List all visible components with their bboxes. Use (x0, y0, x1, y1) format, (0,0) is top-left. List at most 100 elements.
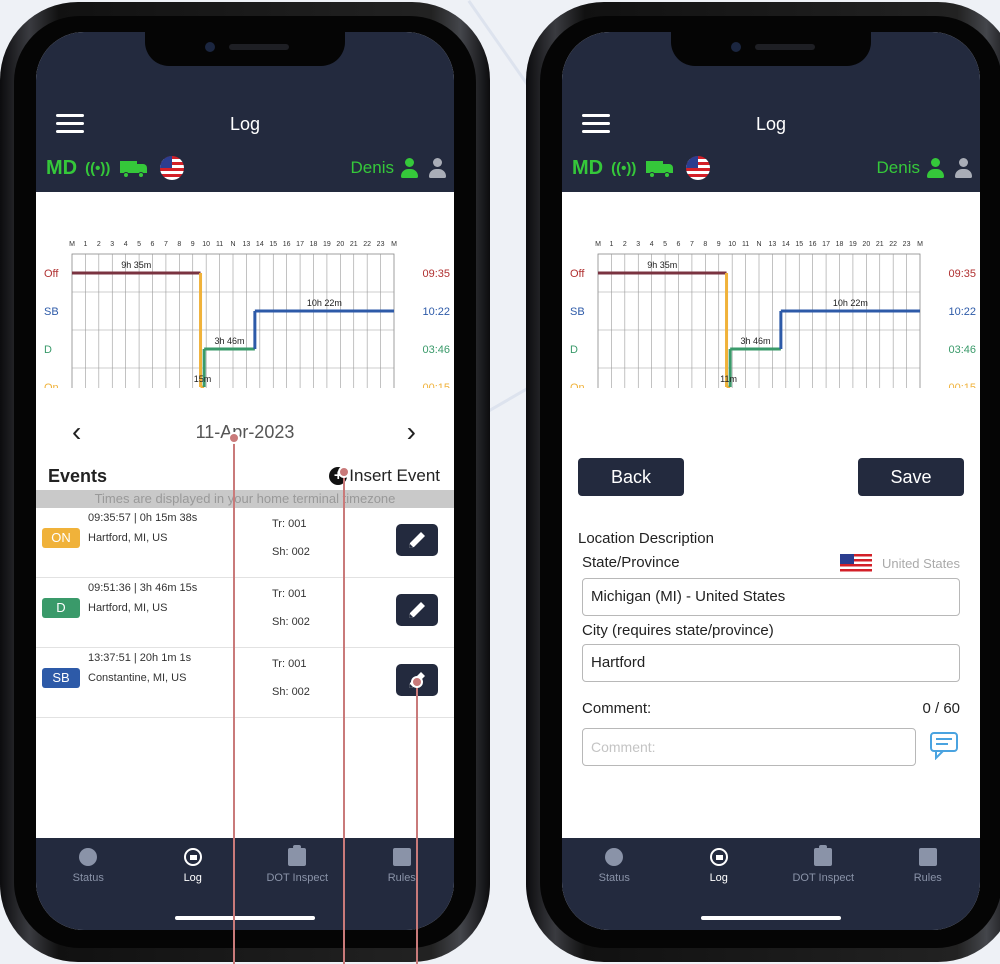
driver-name: Denis (876, 158, 920, 177)
x-tick-label: 18 (310, 241, 318, 248)
chat-bubble-icon[interactable] (930, 732, 962, 761)
status-row: MD ((•)) Denis (46, 154, 446, 182)
next-day-icon[interactable]: › (407, 416, 416, 448)
tab-status[interactable]: Status (562, 838, 667, 930)
save-button[interactable]: Save (858, 458, 964, 496)
status-total: 10:22 (422, 306, 450, 318)
shipment-number: Sh: 002 (272, 686, 310, 698)
x-tick-label: 14 (256, 241, 264, 248)
x-tick-label: 23 (377, 241, 385, 248)
x-tick-label: N (230, 241, 235, 248)
truck-icon[interactable] (646, 159, 674, 178)
tab-label: Status (72, 872, 104, 884)
driver-info[interactable]: Denis (877, 158, 972, 178)
x-tick-label: 22 (363, 241, 371, 248)
co-driver-icon[interactable] (428, 158, 446, 178)
edit-event-button[interactable] (396, 524, 438, 556)
status-badge: SB (42, 668, 80, 688)
page-title: Log (755, 114, 787, 134)
x-tick-label: M (595, 241, 601, 248)
status-total: 00:15 (948, 382, 976, 388)
truck-icon[interactable] (120, 159, 148, 178)
x-tick-label: 4 (124, 241, 128, 248)
log-icon (183, 848, 202, 866)
callout-dot-date (228, 432, 240, 444)
status-label: D (44, 344, 52, 356)
x-tick-label: M (391, 241, 397, 248)
tab-rules[interactable]: Rules (350, 838, 455, 930)
duration-label: 9h 35m (647, 260, 677, 270)
x-tick-label: 9 (717, 241, 721, 248)
driver-info[interactable]: Denis (351, 158, 446, 178)
comment-counter: 0 / 60 (922, 700, 960, 717)
event-row[interactable]: D 09:51:36 | 3h 46m 15s Hartford, MI, US Tr… (36, 580, 454, 648)
callout-dot-edit (411, 676, 423, 688)
driver-icon (926, 158, 944, 178)
x-tick-label: 14 (782, 241, 790, 248)
event-row[interactable]: SB 13:37:51 | 20h 1m 1s Constantine, MI, U… (36, 650, 454, 718)
co-driver-icon[interactable] (954, 158, 972, 178)
x-tick-label: 13 (769, 241, 777, 248)
shipment-number: Sh: 002 (272, 616, 310, 628)
status-total: 00:15 (422, 382, 450, 388)
clipboard-icon (288, 845, 307, 866)
trailer-number: Tr: 001 (272, 658, 307, 670)
x-tick-label: 17 (296, 241, 304, 248)
x-tick-label: 13 (243, 241, 251, 248)
x-tick-label: 18 (836, 241, 844, 248)
tab-label: Status (598, 872, 630, 884)
x-tick-label: 21 (876, 241, 884, 248)
status-row: MD ((•)) Denis (572, 154, 972, 182)
comment-input[interactable] (582, 728, 916, 766)
status-total: 03:46 (948, 344, 976, 356)
edit-event-screen: Log MD ((•)) Denis M 1 2 3 4 5 6 7 8 9 10 11 N 13 14 15… (562, 32, 980, 930)
status-total: 09:35 (422, 268, 450, 280)
city-field[interactable]: Hartford (582, 644, 960, 682)
callout-line-insert (343, 472, 345, 964)
tab-label: DOT Inspect (792, 872, 855, 884)
status-total: 03:46 (422, 344, 450, 356)
back-button[interactable]: Back (578, 458, 684, 496)
document-icon (392, 848, 411, 866)
tab-status[interactable]: Status (36, 838, 141, 930)
event-row[interactable]: ON 09:35:57 | 0h 15m 38s Hartford, MI, US T… (36, 510, 454, 578)
pencil-icon (409, 532, 425, 548)
state-field[interactable]: Michigan (MI) - United States (582, 578, 960, 616)
x-tick-label: 2 (97, 241, 101, 248)
x-tick-label: M (69, 241, 75, 248)
x-tick-label: 20 (862, 241, 870, 248)
clock-icon (605, 848, 624, 866)
country-indicator: United States (839, 554, 960, 572)
log-icon (709, 848, 728, 866)
x-tick-label: 5 (137, 241, 141, 248)
log-chart-svg: M 1 2 3 4 5 6 7 8 9 10 11 N 13 14 15 16 17 18 19 20 21 22 23 MOf… (44, 241, 450, 407)
status-label: On (570, 382, 585, 388)
us-flag-icon (686, 156, 711, 180)
x-tick-label: 1 (609, 241, 613, 248)
tab-rules[interactable]: Rules (876, 838, 981, 930)
x-tick-label: 21 (350, 241, 358, 248)
trailer-number: Tr: 001 (272, 518, 307, 530)
x-tick-label: 11 (216, 241, 223, 248)
x-tick-label: 22 (889, 241, 897, 248)
status-badge: ON (42, 528, 80, 548)
signal-icon: ((•)) (611, 159, 637, 177)
x-tick-label: M (917, 241, 923, 248)
event-time: 09:51:36 | 3h 46m 15s (88, 582, 198, 594)
duty-status-code: MD (572, 156, 604, 179)
x-tick-label: 15 (269, 241, 277, 248)
edit-event-button[interactable] (396, 594, 438, 626)
document-icon (918, 848, 937, 866)
x-tick-label: 17 (822, 241, 830, 248)
x-tick-label: 8 (703, 241, 707, 248)
timezone-note: Times are displayed in your home termina… (36, 490, 454, 508)
event-location: Hartford, MI, US (88, 532, 168, 544)
duration-label: 10h 22m (307, 298, 342, 308)
page-title: Log (229, 114, 261, 134)
x-tick-label: 5 (663, 241, 667, 248)
us-flag-icon (839, 554, 872, 572)
log-chart: M 1 2 3 4 5 6 7 8 9 10 11 N 13 14 15 16 17 18 19 20 21 22 23 M Of… (568, 228, 978, 407)
status-label: D (570, 344, 578, 356)
insert-event-label: Insert Event (349, 466, 440, 485)
x-tick-label: 10 (202, 241, 210, 248)
